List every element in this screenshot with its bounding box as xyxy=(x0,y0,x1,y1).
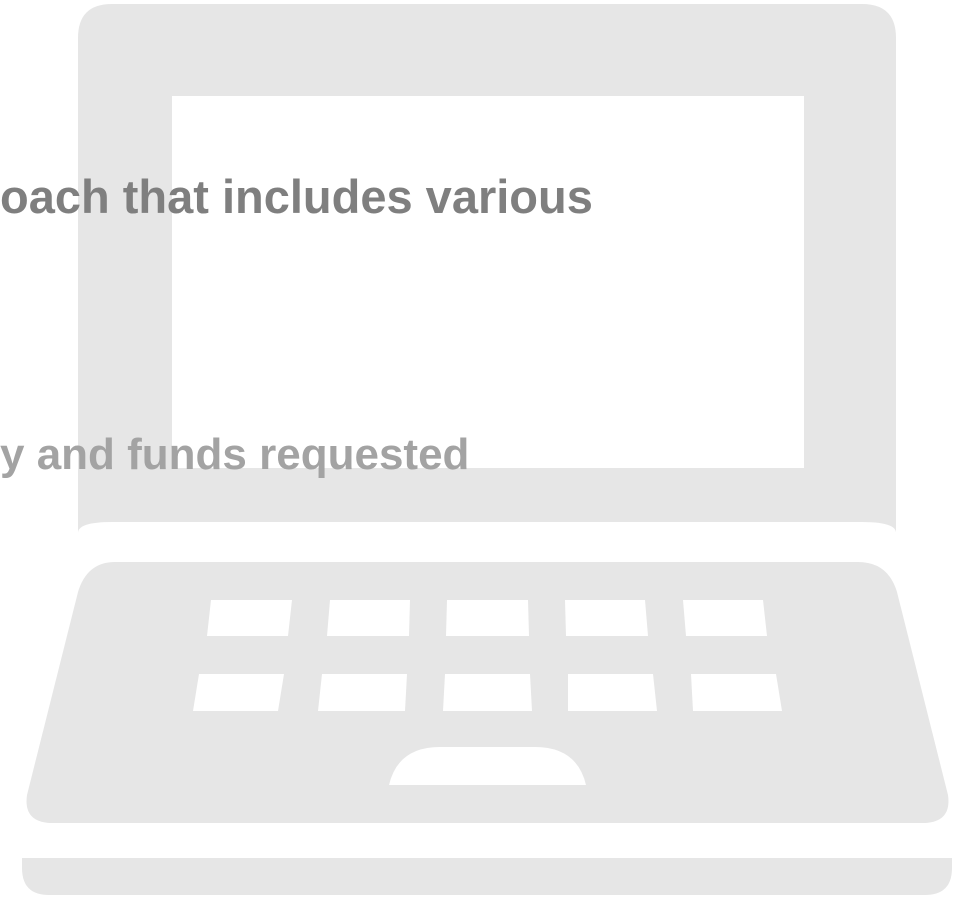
heading-text-line-2: y and funds requested xyxy=(0,430,470,479)
key xyxy=(691,674,782,711)
key xyxy=(327,600,410,636)
key xyxy=(683,600,767,636)
key xyxy=(193,674,284,711)
key xyxy=(318,674,407,711)
laptop-trackpad xyxy=(389,747,586,785)
slide-canvas: oach that includes various y and funds r… xyxy=(0,0,958,898)
key xyxy=(446,600,529,636)
heading-text-line-1: oach that includes various xyxy=(0,170,593,223)
key xyxy=(568,674,657,711)
laptop-screen xyxy=(172,96,804,468)
key xyxy=(443,674,532,711)
key xyxy=(565,600,648,636)
laptop-base xyxy=(22,858,952,895)
key xyxy=(207,600,292,636)
